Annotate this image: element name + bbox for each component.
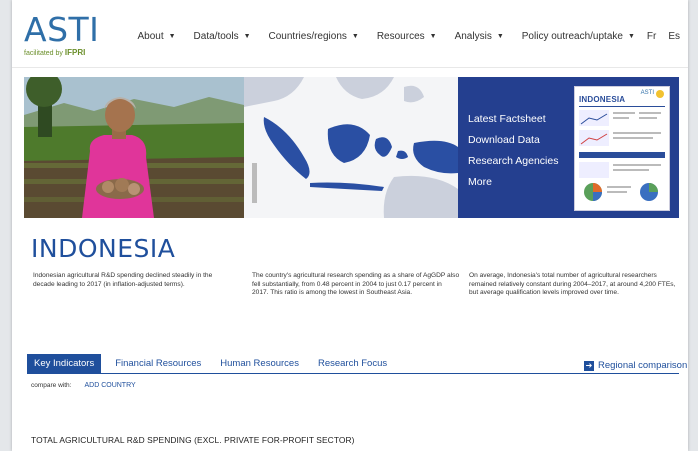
country-quicklinks-panel: Latest Factsheet Download Data Research …: [458, 77, 679, 218]
nav-item-countries-regions[interactable]: Countries/regions ▼: [269, 31, 359, 42]
indonesia-map[interactable]: [244, 77, 458, 218]
caret-down-icon: ▼: [429, 33, 437, 40]
tab-key-indicators[interactable]: Key Indicators: [27, 354, 102, 373]
nav-item-about[interactable]: About ▼: [137, 31, 175, 42]
regional-comparison-link[interactable]: ➔ Regional comparison: [584, 360, 687, 371]
nav-item-label: Analysis: [454, 31, 492, 42]
caret-down-icon: ▼: [243, 33, 251, 40]
tab-human-resources[interactable]: Human Resources: [220, 355, 299, 372]
nav-item-resources[interactable]: Resources ▼: [377, 31, 437, 42]
factsheet-title: INDONESIA: [579, 95, 626, 104]
add-country-button[interactable]: ADD COUNTRY: [84, 382, 135, 389]
hero-banner: Latest Factsheet Download Data Research …: [24, 77, 679, 218]
caret-down-icon: ▼: [168, 33, 176, 40]
logo-partner-text: IFPRI: [64, 48, 86, 57]
download-data-link[interactable]: Download Data: [468, 134, 540, 146]
main-nav: About ▼ Data/tools ▼ Countries/regions ▼…: [119, 31, 680, 42]
farmer-photo: [24, 77, 244, 218]
country-title: INDONESIA: [31, 234, 176, 263]
summary-researchers-text: On average, Indonesia's total number of …: [469, 272, 676, 297]
nav-item-label: Countries/regions: [268, 31, 347, 42]
latest-factsheet-link[interactable]: Latest Factsheet: [468, 113, 546, 125]
summary-spending-text: Indonesian agricultural R&D spending dec…: [33, 272, 213, 288]
nav-item-label: Policy outreach/uptake: [521, 31, 623, 42]
farmer-photo-illustration: [24, 77, 244, 218]
caret-down-icon: ▼: [351, 33, 359, 40]
map-scrollbar[interactable]: [252, 163, 257, 203]
research-agencies-link[interactable]: Research Agencies: [468, 155, 558, 167]
factsheet-preview-graphic: [579, 106, 665, 201]
nav-item-data-tools[interactable]: Data/tools ▼: [194, 31, 251, 42]
lang-es-link[interactable]: Es: [668, 31, 680, 42]
factsheet-brand: ASTI: [640, 90, 654, 96]
summary-aggdp-text: The country's agricultural research spen…: [252, 272, 460, 297]
tabs-underline: [27, 373, 679, 374]
asti-logo[interactable]: ASTI facilitated by IFPRI: [24, 10, 100, 57]
logo-wordmark: ASTI: [24, 10, 100, 49]
logo-tagline: facilitated by IFPRI: [24, 48, 99, 57]
lang-fr-link[interactable]: Fr: [647, 31, 656, 42]
section-title: TOTAL AGRICULTURAL R&D SPENDING (EXCL. P…: [31, 435, 355, 445]
caret-down-icon: ▼: [496, 33, 504, 40]
arrow-right-icon: ➔: [584, 360, 594, 371]
region-map-graphic: [244, 77, 458, 218]
compare-bar: compare with: ADD COUNTRY: [31, 382, 136, 389]
nav-item-label: About: [137, 31, 164, 42]
tab-research-focus[interactable]: Research Focus: [318, 355, 387, 372]
more-link[interactable]: More: [468, 176, 492, 188]
factsheet-thumbnail[interactable]: ASTI INDONESIA: [574, 86, 670, 211]
ifpri-seal-icon: [656, 90, 664, 98]
nav-item-analysis[interactable]: Analysis ▼: [455, 31, 504, 42]
logo-facilitated-text: facilitated by: [24, 50, 63, 57]
nav-item-label: Data/tools: [193, 31, 239, 42]
nav-item-policy-outreach[interactable]: Policy outreach/uptake ▼: [522, 31, 635, 42]
caret-down-icon: ▼: [627, 33, 635, 40]
nav-item-label: Resources: [376, 31, 425, 42]
indicator-tabs: Key Indicators Financial Resources Human…: [27, 354, 406, 373]
site-header: ASTI facilitated by IFPRI About ▼ Data/t…: [12, 0, 688, 68]
compare-label: compare with:: [31, 382, 72, 389]
tab-financial-resources[interactable]: Financial Resources: [115, 355, 201, 372]
regional-comparison-label: Regional comparison: [598, 360, 688, 371]
page-frame: ASTI facilitated by IFPRI About ▼ Data/t…: [12, 0, 688, 451]
